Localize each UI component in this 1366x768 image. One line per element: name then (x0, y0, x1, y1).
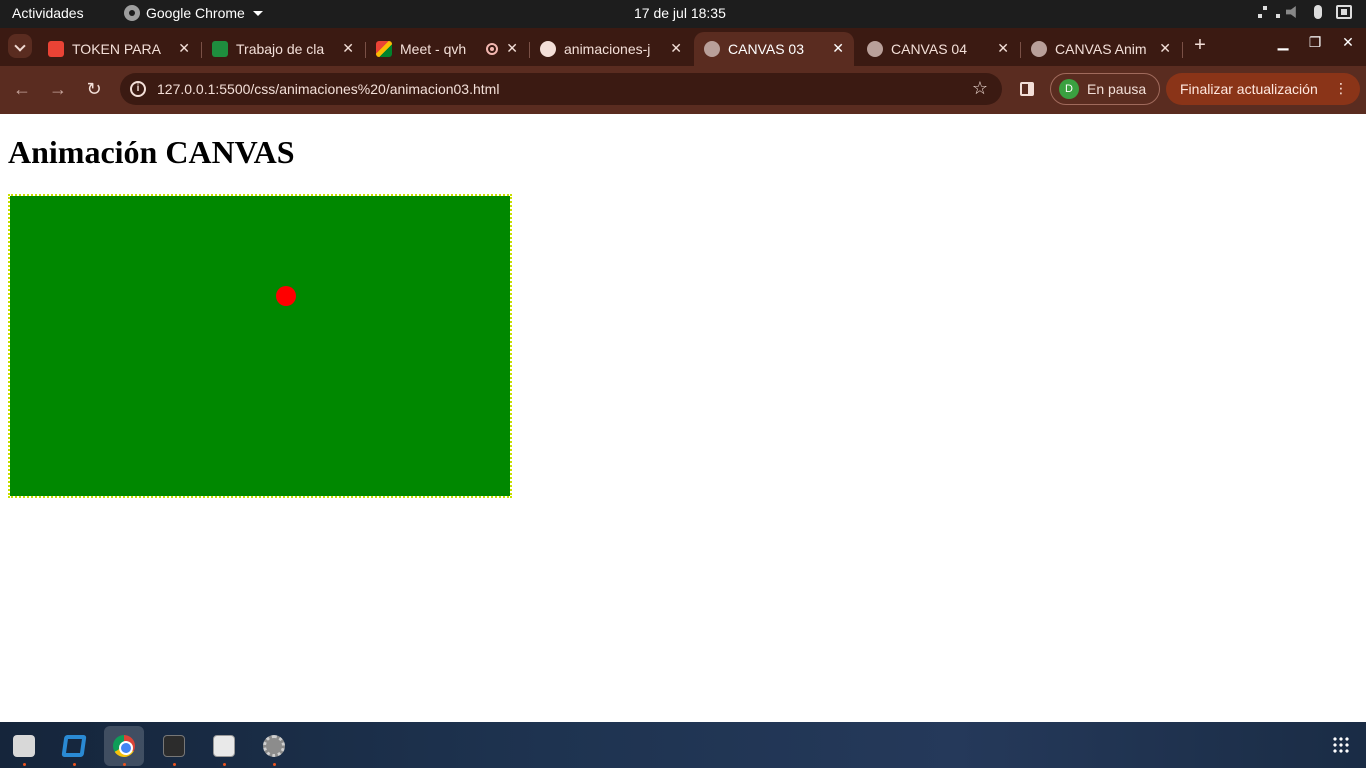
tab-title: CANVAS Anim (1055, 41, 1147, 57)
show-apps-icon[interactable] (1332, 736, 1350, 754)
app-menu-label: Google Chrome (146, 5, 245, 21)
tab-token[interactable]: TOKEN PARA ✕ (38, 32, 200, 66)
classroom-icon (212, 41, 228, 57)
restore-button[interactable]: ❐ (1305, 34, 1325, 51)
tab-title: Trabajo de cla (236, 41, 325, 57)
clock[interactable]: 17 de jul 18:35 (634, 5, 726, 21)
dock-image-viewer[interactable] (204, 726, 244, 766)
globe-icon (867, 41, 883, 57)
dock-vscode[interactable] (54, 726, 94, 766)
browser-toolbar: ← → ↻ i 127.0.0.1:5500/css/animaciones%2… (0, 66, 1366, 114)
url-text: 127.0.0.1:5500/css/animaciones%20/animac… (157, 81, 500, 97)
profile-button[interactable]: D En pausa (1050, 73, 1160, 105)
github-icon (540, 41, 556, 57)
gmail-icon (48, 41, 64, 57)
update-button[interactable]: Finalizar actualización ⋮ (1166, 73, 1360, 105)
system-tray[interactable] (1258, 5, 1352, 19)
close-icon[interactable]: ✕ (506, 40, 518, 57)
globe-icon (704, 41, 720, 57)
tab-github[interactable]: animaciones-j ✕ (530, 32, 692, 66)
close-icon[interactable]: ✕ (1159, 40, 1171, 57)
chrome-app-icon (124, 5, 140, 21)
update-label: Finalizar actualización (1180, 81, 1318, 97)
page-heading: Animación CANVAS (8, 134, 295, 170)
caret-down-icon (252, 10, 263, 16)
site-info-icon[interactable]: i (130, 81, 146, 97)
running-indicator (273, 763, 276, 766)
dock-chrome[interactable] (104, 726, 144, 766)
address-bar[interactable]: i 127.0.0.1:5500/css/animaciones%20/anim… (120, 73, 1002, 105)
files-icon (13, 735, 35, 757)
system-top-bar: Actividades Google Chrome 17 de jul 18:3… (0, 0, 1366, 28)
new-tab-button[interactable]: + (1190, 34, 1210, 58)
microphone-icon (1314, 5, 1322, 19)
close-icon[interactable]: ✕ (178, 40, 190, 57)
tab-canvas-03[interactable]: CANVAS 03 ✕ (694, 32, 854, 66)
network-icon (1258, 6, 1280, 18)
animation-canvas (8, 194, 512, 498)
tab-title: TOKEN PARA (72, 41, 161, 57)
canvas-background (10, 196, 510, 496)
bookmark-star-icon[interactable]: ☆ (972, 78, 988, 99)
avatar: D (1059, 79, 1079, 99)
running-indicator (223, 763, 226, 766)
settings-icon (263, 735, 285, 757)
running-indicator (173, 763, 176, 766)
globe-icon (1031, 41, 1047, 57)
recording-icon (486, 43, 498, 55)
dock-terminal[interactable] (154, 726, 194, 766)
battery-icon (1336, 5, 1352, 19)
vscode-icon (61, 735, 87, 757)
tab-title: CANVAS 04 (891, 41, 967, 57)
tab-strip: TOKEN PARA ✕ Trabajo de cla ✕ Meet - qvh… (0, 28, 1366, 66)
tab-title: Meet - qvh (400, 41, 467, 57)
running-indicator (73, 763, 76, 766)
tab-title: CANVAS 03 (728, 41, 804, 57)
app-menu[interactable]: Google Chrome (124, 5, 263, 21)
forward-button[interactable]: → (46, 78, 70, 102)
meet-icon (376, 41, 392, 57)
tab-canvas-anim[interactable]: CANVAS Anim ✕ (1021, 32, 1181, 66)
more-options-icon[interactable]: ⋮ (1334, 80, 1348, 97)
dock-settings[interactable] (254, 726, 294, 766)
minimize-button[interactable]: ▁ (1273, 34, 1293, 51)
moving-ball (276, 286, 296, 306)
side-panel-icon[interactable] (1020, 82, 1034, 96)
speaker-muted-icon (1286, 6, 1296, 18)
terminal-icon (163, 735, 185, 757)
running-indicator (23, 763, 26, 766)
running-indicator (123, 763, 126, 766)
close-icon[interactable]: ✕ (670, 40, 682, 57)
tab-separator (1182, 42, 1183, 58)
activities-button[interactable]: Actividades (12, 5, 84, 21)
tab-meet[interactable]: Meet - qvh ✕ (366, 32, 528, 66)
close-icon[interactable]: ✕ (342, 40, 354, 57)
chrome-icon (113, 735, 135, 757)
dock-files[interactable] (4, 726, 44, 766)
close-icon[interactable]: ✕ (832, 40, 844, 57)
profile-status: En pausa (1087, 81, 1147, 97)
ubuntu-dock (0, 722, 1366, 768)
back-button[interactable]: ← (10, 78, 34, 102)
tab-trabajo[interactable]: Trabajo de cla ✕ (202, 32, 364, 66)
tab-canvas-04[interactable]: CANVAS 04 ✕ (857, 32, 1019, 66)
tab-search-button[interactable] (8, 34, 32, 58)
reload-button[interactable]: ↻ (82, 78, 106, 102)
image-viewer-icon (213, 735, 235, 757)
page-content: Animación CANVAS (0, 114, 1366, 722)
canvas-drawing (10, 196, 510, 496)
tab-title: animaciones-j (564, 41, 651, 57)
close-window-button[interactable]: ✕ (1338, 34, 1358, 51)
close-icon[interactable]: ✕ (997, 40, 1009, 57)
